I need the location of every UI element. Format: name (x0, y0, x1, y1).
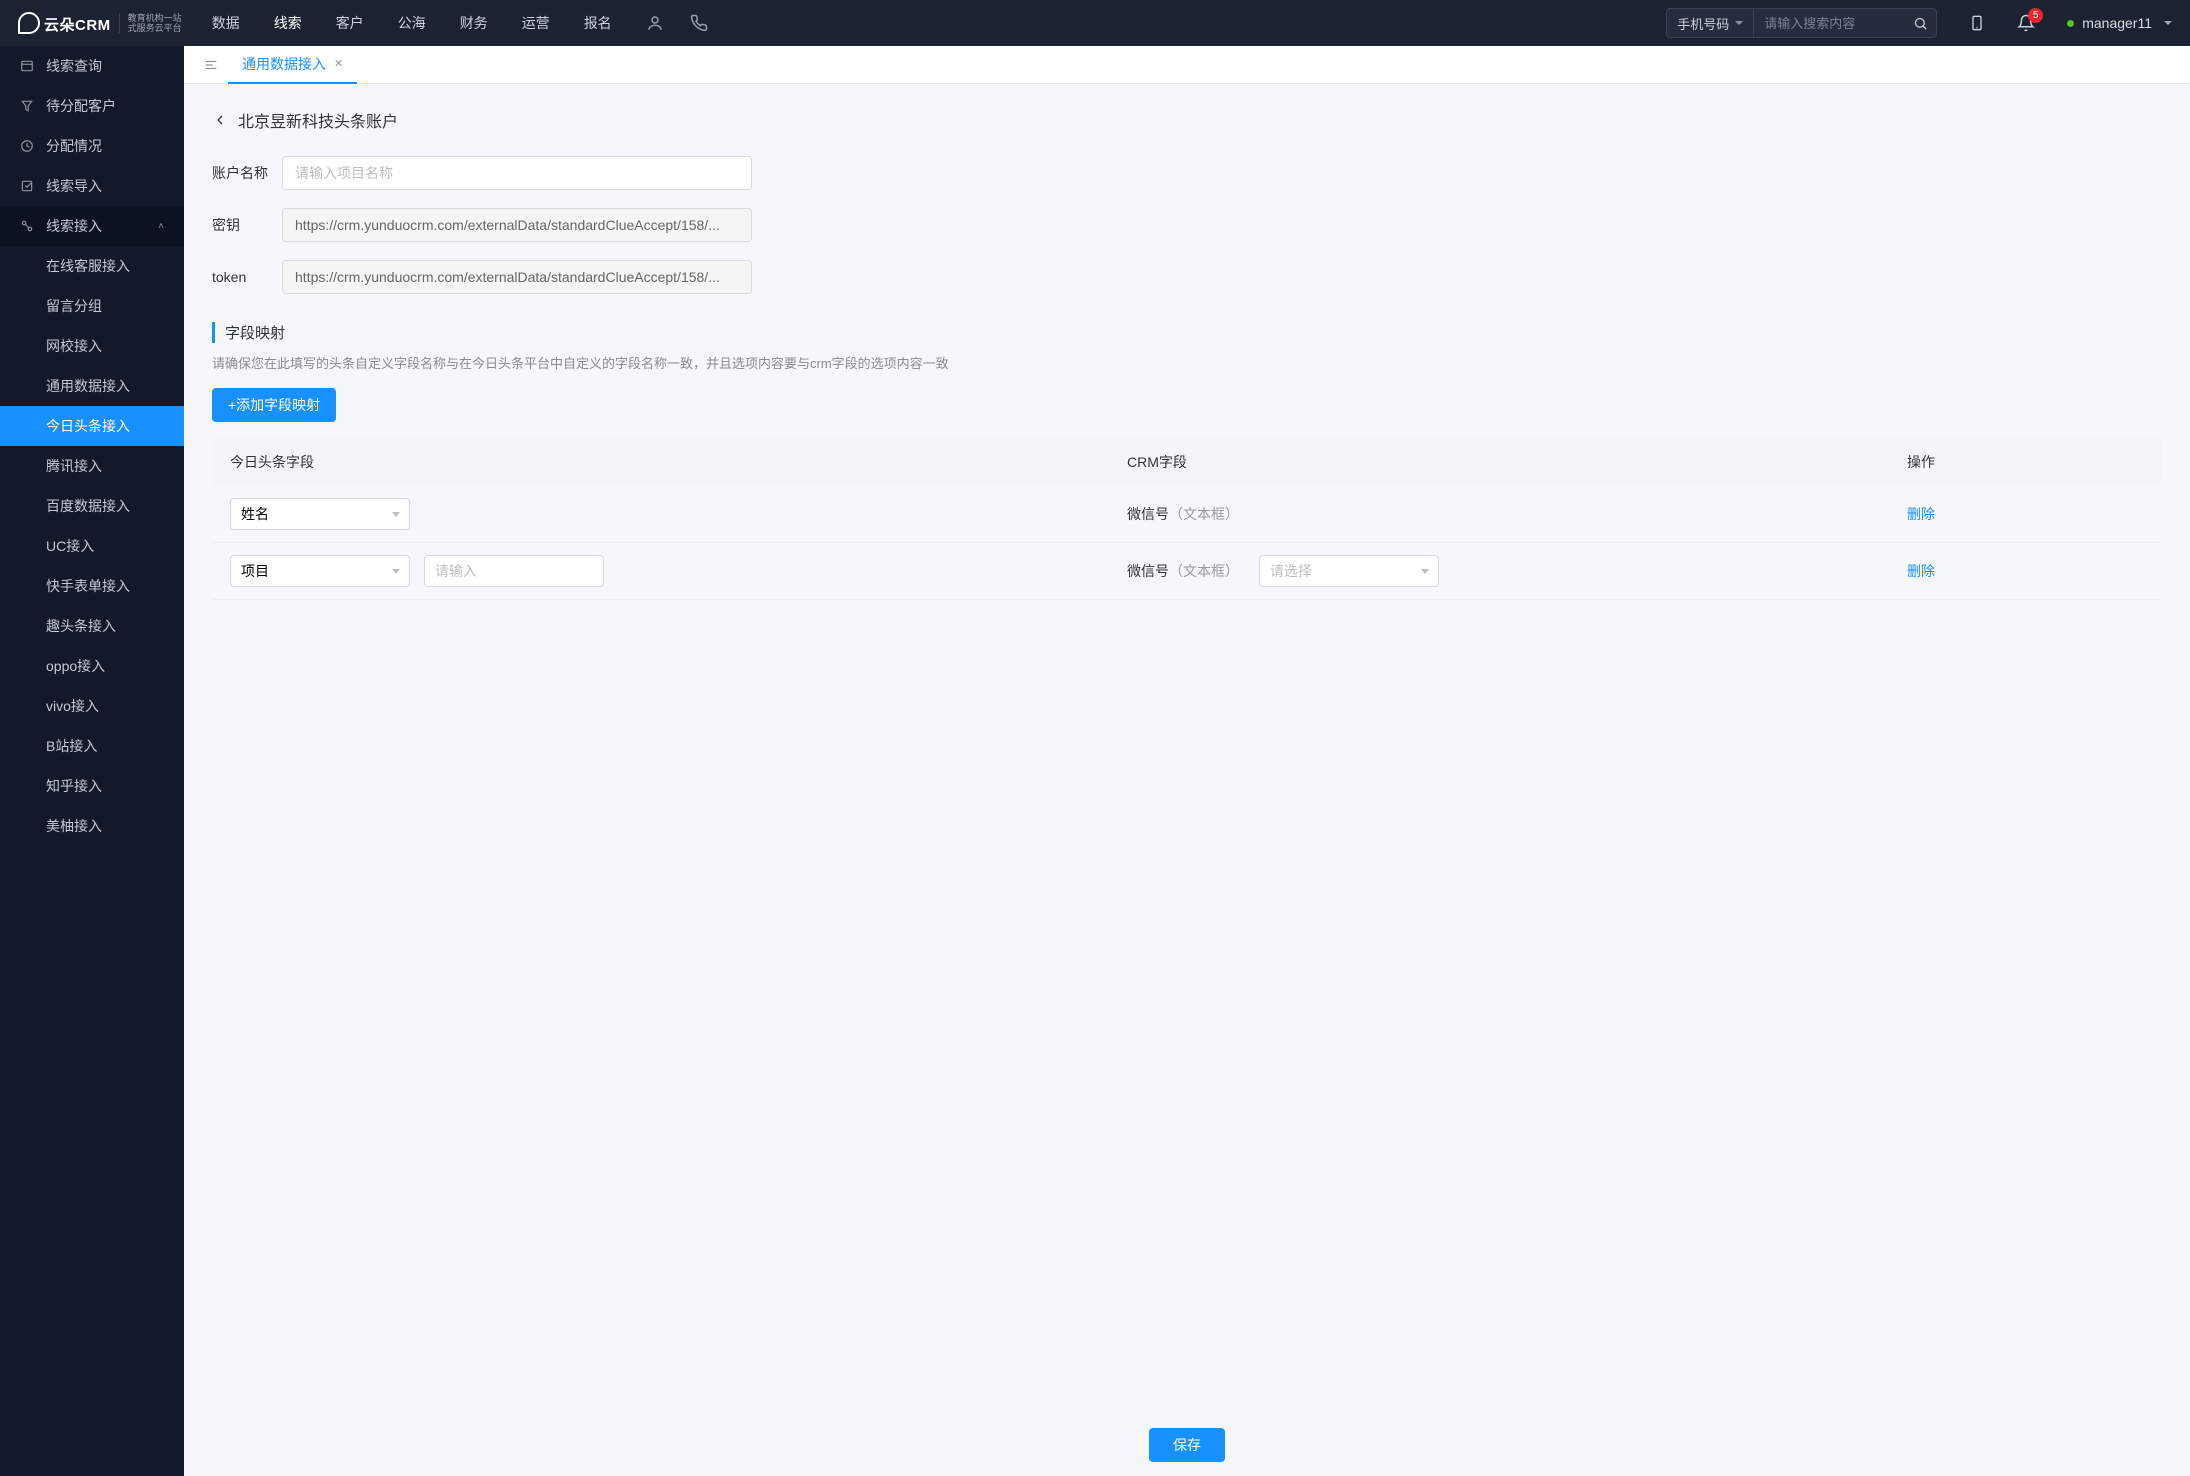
sidebar-icon (20, 99, 34, 113)
page-content: 北京昱新科技头条账户 账户名称 密钥 token 字段映射 请确保您在此填写的头… (184, 84, 2190, 1476)
footer-bar: 保存 (184, 1414, 2190, 1476)
token-input[interactable] (282, 260, 752, 294)
user-menu[interactable]: manager11 (2067, 15, 2172, 31)
sidebar-subitem[interactable]: B站接入 (0, 726, 184, 766)
user-name: manager11 (2082, 15, 2152, 31)
collapse-sidebar-button[interactable] (194, 58, 228, 72)
topnav-item[interactable]: 公海 (398, 13, 426, 33)
close-icon[interactable]: ✕ (334, 57, 343, 70)
chevron-down-icon (2164, 21, 2172, 25)
status-dot (2067, 20, 2074, 27)
sidebar-subitem[interactable]: vivo接入 (0, 686, 184, 726)
crm-field-type: （文本框） (1169, 506, 1239, 522)
sidebar-icon (20, 139, 34, 153)
delete-button[interactable]: 删除 (1907, 563, 1935, 579)
table-header-toutiao: 今日头条字段 (212, 438, 1109, 486)
topnav-item[interactable]: 运营 (522, 13, 550, 33)
sidebar-icon (20, 59, 34, 73)
sidebar-subitem[interactable]: 留言分组 (0, 286, 184, 326)
search-input[interactable] (1754, 16, 1904, 31)
toutiao-field-select[interactable]: 项目 (230, 555, 410, 587)
row-token: token (212, 260, 2162, 294)
table-header-action: 操作 (1889, 438, 2162, 486)
row-secret: 密钥 (212, 208, 2162, 242)
delete-button[interactable]: 删除 (1907, 506, 1935, 522)
notification-badge: 5 (2028, 8, 2043, 23)
sidebar: 线索查询待分配客户分配情况线索导入线索接入˄在线客服接入留言分组网校接入通用数据… (0, 46, 184, 1476)
sidebar-subitem[interactable]: 趣头条接入 (0, 606, 184, 646)
crm-field-select[interactable]: 请选择 (1259, 555, 1439, 587)
sidebar-item[interactable]: 线索查询 (0, 46, 184, 86)
add-mapping-button[interactable]: +添加字段映射 (212, 388, 336, 422)
crm-field-label: 微信号 (1127, 563, 1169, 579)
main: 通用数据接入 ✕ 北京昱新科技头条账户 账户名称 密钥 token 字段映射 (184, 46, 2190, 1476)
hamburger-icon (204, 58, 218, 72)
back-icon[interactable] (212, 112, 228, 128)
search-box: 手机号码 (1666, 8, 1937, 38)
breadcrumb: 北京昱新科技头条账户 (212, 108, 2162, 132)
row-account-name: 账户名称 (212, 156, 2162, 190)
sidebar-subitem[interactable]: 网校接入 (0, 326, 184, 366)
topnav-item[interactable]: 财务 (460, 13, 488, 33)
search-icon (1913, 16, 1928, 31)
top-nav: 数据 线索 客户 公海 财务 运营 报名 (212, 13, 612, 33)
account-name-input[interactable] (282, 156, 752, 190)
table-row: 姓名 微信号（文本框） 删除 (212, 486, 2162, 543)
sidebar-subitem[interactable]: 今日头条接入 (0, 406, 184, 446)
crm-field-type: （文本框） (1169, 563, 1239, 579)
section-hint: 请确保您在此填写的头条自定义字段名称与在今日头条平台中自定义的字段名称一致，并且… (212, 353, 2162, 372)
page-title: 北京昱新科技头条账户 (238, 108, 398, 132)
search-type-select[interactable]: 手机号码 (1667, 9, 1754, 37)
phone-icon[interactable] (690, 14, 708, 32)
tab-general-data-access[interactable]: 通用数据接入 ✕ (228, 46, 357, 84)
topnav-item[interactable]: 数据 (212, 13, 240, 33)
logo-subtitle: 教育机构一站 式服务云平台 (119, 13, 182, 33)
mapping-table: 今日头条字段 CRM字段 操作 姓名 微信号（文本框） 删除 (212, 438, 2162, 600)
save-button[interactable]: 保存 (1149, 1428, 1225, 1462)
topnav-item[interactable]: 客户 (336, 13, 364, 33)
toutiao-field-select[interactable]: 姓名 (230, 498, 410, 530)
sidebar-item[interactable]: 线索接入˄ (0, 206, 184, 246)
sidebar-subitem[interactable]: UC接入 (0, 526, 184, 566)
sidebar-icon (20, 179, 34, 193)
logo-text: 云朵CRM (18, 12, 111, 35)
topnav-item[interactable]: 线索 (274, 13, 302, 33)
top-nav-icons (646, 14, 708, 32)
tab-bar: 通用数据接入 ✕ (184, 46, 2190, 84)
logo[interactable]: 云朵CRM 教育机构一站 式服务云平台 (18, 12, 182, 35)
sidebar-subitem[interactable]: 知乎接入 (0, 766, 184, 806)
search-button[interactable] (1904, 16, 1936, 31)
sidebar-item[interactable]: 线索导入 (0, 166, 184, 206)
topbar: 云朵CRM 教育机构一站 式服务云平台 数据线索客户公海财务运营报名 手机号码 … (0, 0, 2190, 46)
table-row: 项目 微信号（文本框） 请选择 删除 (212, 543, 2162, 600)
secret-input[interactable] (282, 208, 752, 242)
sidebar-subitem[interactable]: 腾讯接入 (0, 446, 184, 486)
user-icon[interactable] (646, 14, 664, 32)
chevron-icon: ˄ (158, 221, 164, 232)
sidebar-subitem[interactable]: 通用数据接入 (0, 366, 184, 406)
sidebar-subitem[interactable]: 快手表单接入 (0, 566, 184, 606)
sidebar-item[interactable]: 分配情况 (0, 126, 184, 166)
table-header-crm: CRM字段 (1109, 438, 1889, 486)
topnav-item[interactable]: 报名 (584, 13, 612, 33)
sidebar-icon (20, 219, 34, 233)
toutiao-field-extra-input[interactable] (424, 555, 604, 587)
sidebar-subitem[interactable]: 美柚接入 (0, 806, 184, 846)
mobile-icon[interactable] (1969, 13, 1985, 33)
sidebar-subitem[interactable]: oppo接入 (0, 646, 184, 686)
sidebar-item[interactable]: 待分配客户 (0, 86, 184, 126)
bell-icon[interactable]: 5 (2017, 14, 2035, 32)
sidebar-subitem[interactable]: 百度数据接入 (0, 486, 184, 526)
sidebar-subitem[interactable]: 在线客服接入 (0, 246, 184, 286)
section-title-mapping: 字段映射 (212, 322, 2162, 343)
crm-field-label: 微信号 (1127, 506, 1169, 522)
